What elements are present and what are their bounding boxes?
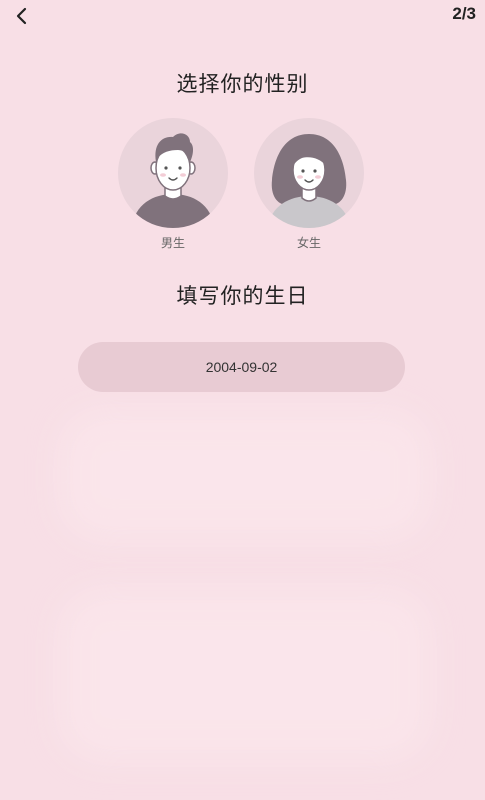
back-button[interactable] [8,2,36,30]
birthday-date-field[interactable]: 2004-09-02 [78,342,405,392]
female-label: 女生 [296,236,321,250]
background-haze-upper [60,410,430,540]
background-haze-lower [60,590,430,760]
chevron-left-icon [16,7,27,25]
step-counter: 2/3 [452,4,476,23]
birthday-section-title: 填写你的生日 [176,284,309,308]
male-label: 男生 [160,236,185,250]
gender-option-female[interactable]: 女生 [254,118,364,251]
male-avatar [118,118,228,228]
female-avatar [254,118,364,228]
male-avatar-icon [132,133,214,228]
female-avatar-icon [268,134,350,228]
gender-option-male[interactable]: 男生 [118,118,228,251]
gender-section-title: 选择你的性别 [176,72,309,96]
birthday-date-value: 2004-09-02 [205,359,278,375]
